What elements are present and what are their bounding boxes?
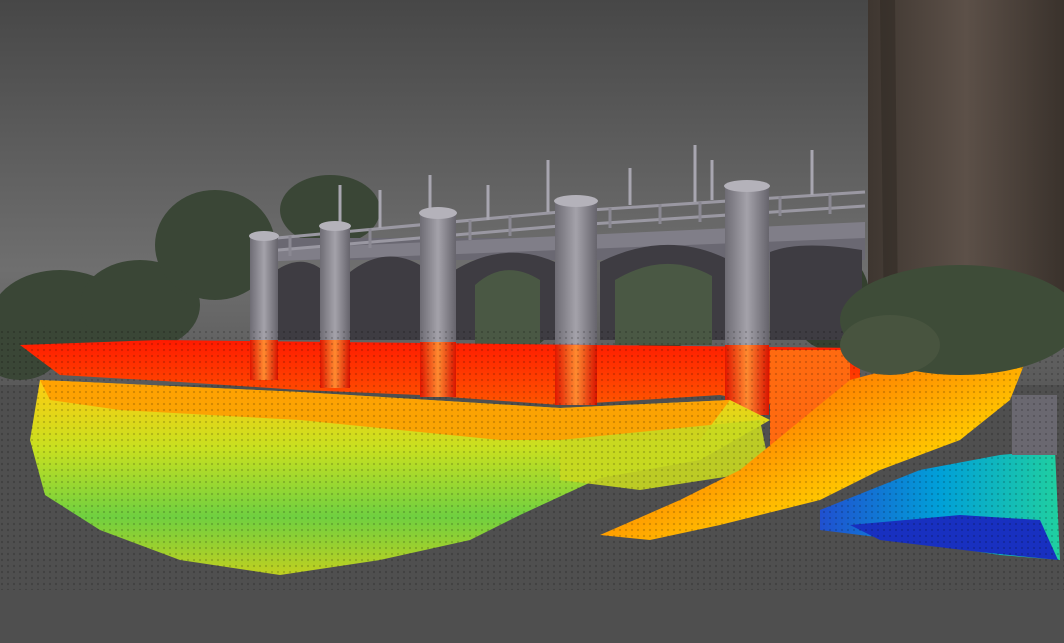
tree-trunk	[840, 0, 1064, 375]
point-cloud-scene	[0, 0, 1064, 643]
point-cloud-viewport[interactable]	[0, 0, 1064, 643]
